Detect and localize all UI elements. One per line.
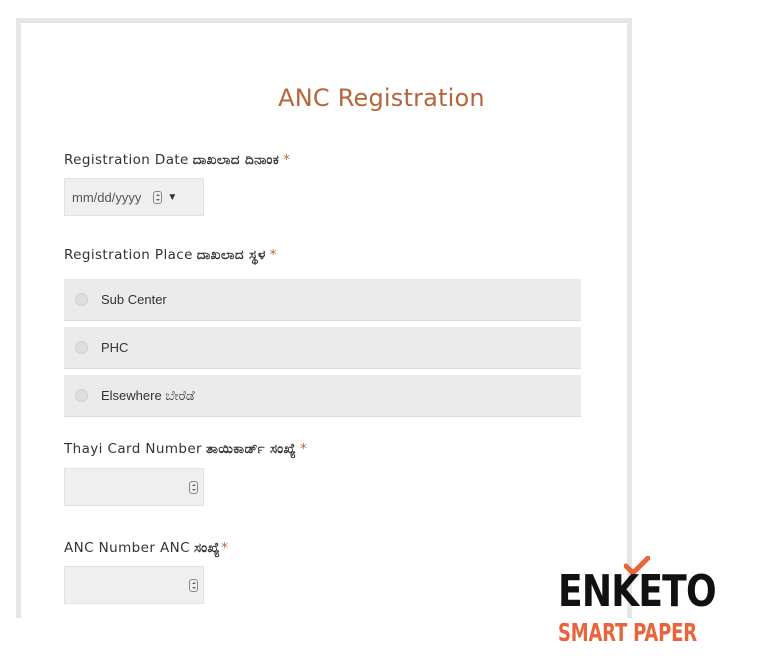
radio-option-elsewhere[interactable]: Elsewhere ಬೇರೆಡೆ [64,375,581,417]
anc-number-label-kn: ಸಂಖ್ಯೆ [193,540,221,556]
anc-number-label: ANC Number ANC ಸಂಖ್ಯೆ* [64,540,228,556]
thayi-card-number-label: Thayi Card Number ತಾಯಿಕಾರ್ಡ್ ಸಂಖ್ಯೆ * [64,441,307,457]
registration-date-label: Registration Date ದಾಖಲಾದ ದಿನಾಂಕ * [64,152,290,168]
spinner-icon[interactable] [189,481,198,494]
radio-option-label: PHC [101,340,129,355]
radio-option-phc[interactable]: PHC [64,327,581,369]
registration-place-label-kn: ದಾಖಲಾದ ಸ್ಥಳ [196,247,266,263]
thayi-card-number-label-en: Thayi Card Number [64,441,203,457]
required-marker: * [269,247,277,263]
required-marker: * [221,540,229,556]
anc-number-input[interactable] [64,566,204,604]
registration-date-label-en: Registration Date [64,152,189,168]
radio-icon[interactable] [75,293,88,306]
radio-icon[interactable] [75,389,88,402]
required-marker: * [283,152,291,168]
spinner-icon[interactable] [189,579,198,592]
registration-place-label: Registration Place ದಾಖಲಾದ ಸ್ಥಳ * [64,247,277,263]
radio-option-label: Sub Center [101,292,167,307]
radio-icon[interactable] [75,341,88,354]
thayi-card-number-input[interactable] [64,468,204,506]
required-marker: * [300,441,308,457]
registration-date-input[interactable]: mm/dd/yyyy ▼ [64,178,204,216]
form-title: ANC Registration [278,84,485,112]
radio-option-label: Elsewhere ಬೇರೆಡೆ [101,387,195,403]
spinner-icon[interactable] [153,190,163,204]
radio-option-sub-center[interactable]: Sub Center [64,279,581,321]
logo-sub-text: SMART PAPER [558,618,697,647]
registration-place-label-en: Registration Place [64,247,193,263]
date-placeholder: mm/dd/yyyy [72,189,142,205]
thayi-card-number-label-kn: ತಾಯಿಕಾರ್ಡ್ ಸಂಖ್ಯೆ [206,441,297,457]
anc-number-label-en: ANC Number ANC [64,540,190,556]
chevron-down-icon[interactable]: ▼ [167,192,177,203]
logo-main-text: ENKETO [558,566,717,617]
registration-date-label-kn: ದಾಖಲಾದ ದಿನಾಂಕ [192,152,280,168]
